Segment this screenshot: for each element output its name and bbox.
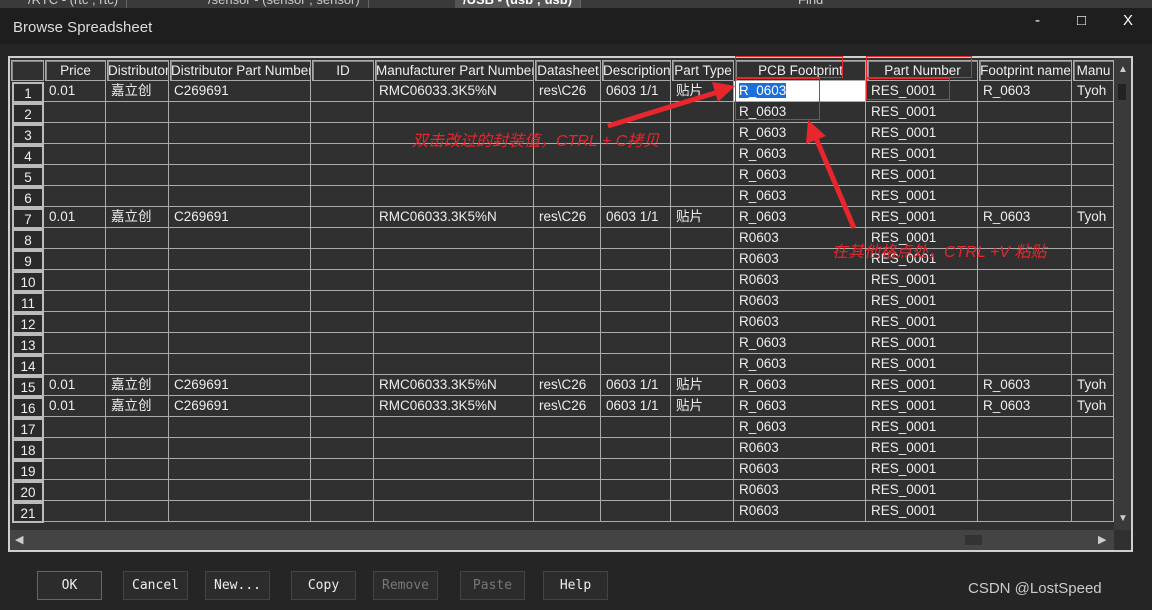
paste-annotation: 在其他格点处，CTRL +V 粘贴 bbox=[832, 244, 1047, 261]
paste-button[interactable]: Paste bbox=[460, 571, 525, 600]
copy-annotation: 双击改过的封装值，CTRL + C拷贝 bbox=[412, 133, 660, 150]
cancel-button[interactable]: Cancel bbox=[123, 571, 188, 600]
arrow-paste bbox=[813, 137, 857, 229]
copy-button[interactable]: Copy bbox=[291, 571, 356, 600]
new-button[interactable]: New... bbox=[205, 571, 270, 600]
annotation-arrows bbox=[607, 82, 857, 229]
help-button[interactable]: Help bbox=[543, 571, 608, 600]
remove-button[interactable]: Remove bbox=[373, 571, 438, 600]
ok-button[interactable]: OK bbox=[37, 571, 102, 600]
watermark: CSDN @LostSpeed bbox=[968, 580, 1102, 597]
arrow-copy bbox=[607, 89, 719, 129]
arrow-copy-head bbox=[712, 82, 735, 102]
